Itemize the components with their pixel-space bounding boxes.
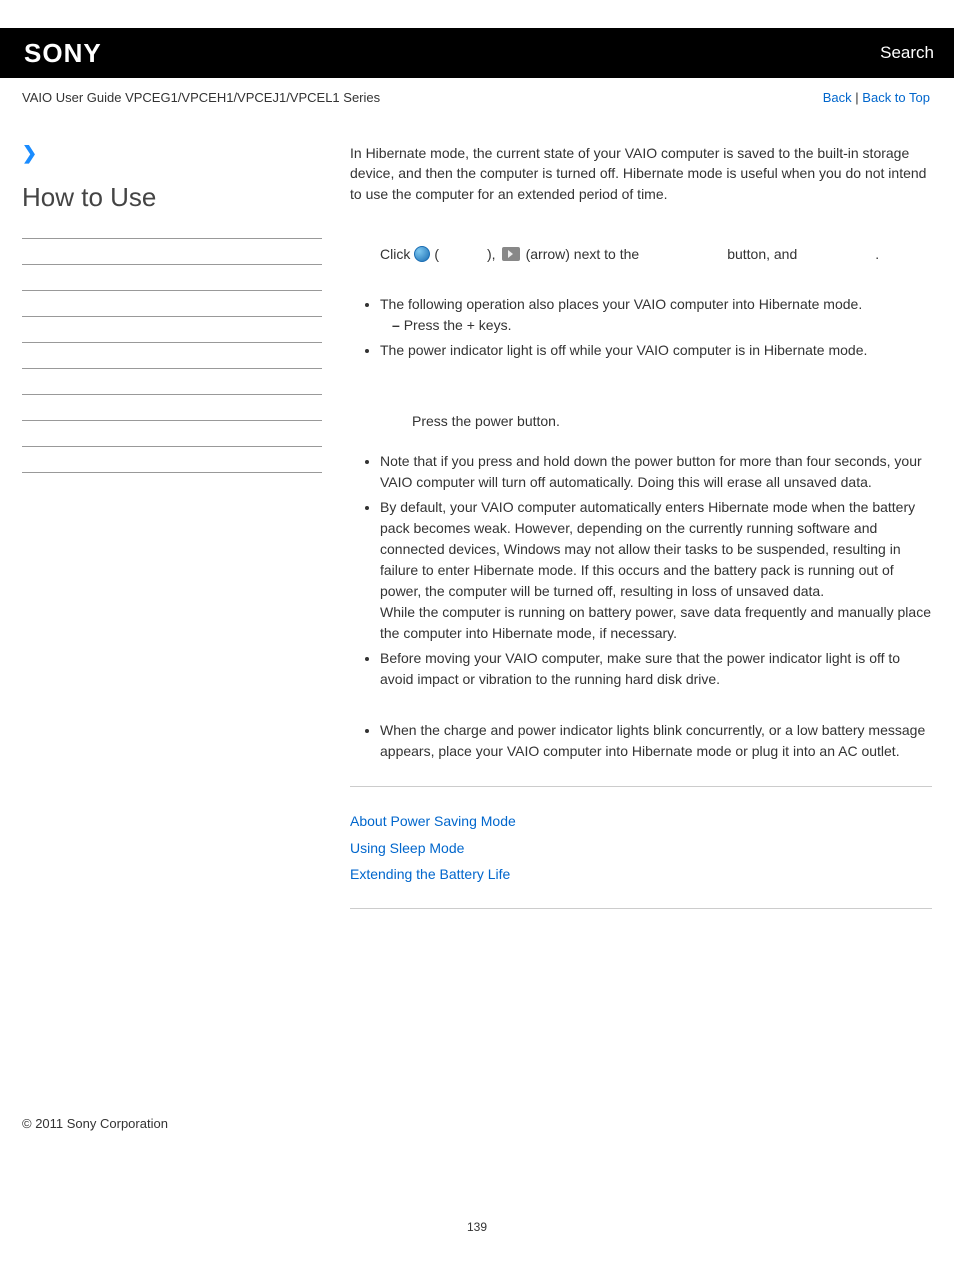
list-text: The following operation also places your… bbox=[380, 296, 862, 312]
sidebar-divider bbox=[22, 238, 322, 239]
intro-paragraph: In Hibernate mode, the current state of … bbox=[350, 143, 932, 204]
step-text: Press the power button. bbox=[412, 413, 560, 429]
nav-links: Back | Back to Top bbox=[823, 90, 930, 105]
related-link-power-saving[interactable]: About Power Saving Mode bbox=[350, 811, 932, 831]
step-text: ), bbox=[487, 244, 496, 264]
list-item: Before moving your VAIO computer, make s… bbox=[380, 648, 932, 690]
divider bbox=[350, 908, 932, 909]
arrow-button-icon bbox=[502, 247, 520, 261]
list-item: By default, your VAIO computer automatic… bbox=[380, 497, 932, 644]
note-list-1: The following operation also places your… bbox=[350, 294, 932, 361]
top-bar: SONY Search bbox=[0, 28, 954, 78]
back-to-top-link[interactable]: Back to Top bbox=[862, 90, 930, 105]
related-link-battery-life[interactable]: Extending the Battery Life bbox=[350, 864, 932, 884]
list-item: When the charge and power indicator ligh… bbox=[380, 720, 932, 762]
sidebar-divider bbox=[22, 446, 322, 447]
expand-arrow-icon[interactable]: ❯ bbox=[22, 143, 322, 164]
note-list-3: When the charge and power indicator ligh… bbox=[350, 720, 932, 762]
sidebar-divider bbox=[22, 394, 322, 395]
list-item: The power indicator light is off while y… bbox=[380, 340, 932, 361]
guide-title: VAIO User Guide VPCEG1/VPCEH1/VPCEJ1/VPC… bbox=[22, 90, 380, 105]
sidebar-divider bbox=[22, 290, 322, 291]
note-list-2: Note that if you press and hold down the… bbox=[350, 451, 932, 690]
list-item: The following operation also places your… bbox=[380, 294, 932, 336]
copyright: © 2011 Sony Corporation bbox=[22, 1116, 168, 1131]
sidebar-divider bbox=[22, 368, 322, 369]
step-text: (arrow) next to the bbox=[526, 244, 640, 264]
sidebar-heading: How to Use bbox=[22, 182, 322, 213]
sub-item: Press the + keys. bbox=[392, 315, 932, 336]
back-link[interactable]: Back bbox=[823, 90, 852, 105]
step-activate: Click ( ), (arrow) next to the button, a… bbox=[350, 244, 932, 264]
step-return: Press the power button. bbox=[350, 411, 932, 431]
related-link-sleep-mode[interactable]: Using Sleep Mode bbox=[350, 838, 932, 858]
list-item: Note that if you press and hold down the… bbox=[380, 451, 932, 493]
sidebar-divider bbox=[22, 264, 322, 265]
step-text: Click bbox=[380, 244, 410, 264]
step-text: . bbox=[875, 244, 879, 264]
sidebar-divider bbox=[22, 342, 322, 343]
windows-start-icon bbox=[414, 246, 430, 262]
sidebar-divider bbox=[22, 472, 322, 473]
divider bbox=[350, 786, 932, 787]
step-text: ( bbox=[434, 244, 439, 264]
search-link[interactable]: Search bbox=[880, 43, 934, 63]
list-text: While the computer is running on battery… bbox=[380, 604, 931, 641]
sidebar-divider bbox=[22, 316, 322, 317]
sony-logo: SONY bbox=[24, 38, 102, 69]
sub-bar: VAIO User Guide VPCEG1/VPCEH1/VPCEJ1/VPC… bbox=[0, 78, 954, 113]
sidebar-divider bbox=[22, 420, 322, 421]
step-text: button, and bbox=[727, 244, 797, 264]
page-number: 139 bbox=[0, 1220, 954, 1234]
list-text: By default, your VAIO computer automatic… bbox=[380, 499, 915, 599]
main-content: In Hibernate mode, the current state of … bbox=[350, 143, 932, 933]
related-topics: About Power Saving Mode Using Sleep Mode… bbox=[350, 811, 932, 884]
sidebar: ❯ How to Use bbox=[22, 143, 322, 933]
